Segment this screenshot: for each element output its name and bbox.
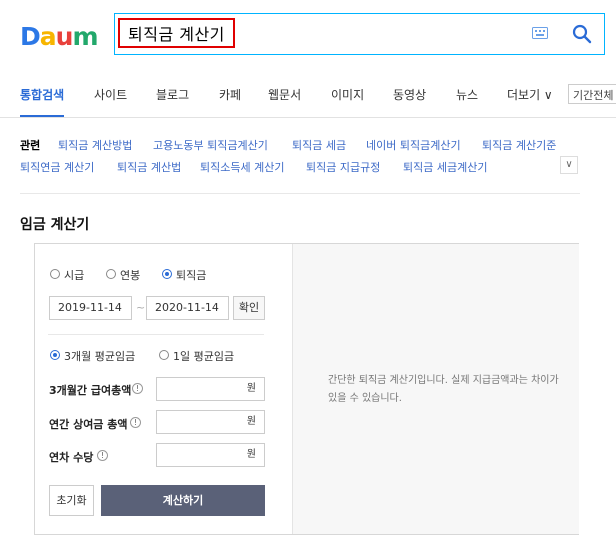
tab-integrated[interactable]: 통합검색 <box>20 86 64 103</box>
confirm-button[interactable]: 확인 <box>233 296 265 320</box>
tab-image[interactable]: 이미지 <box>331 86 364 103</box>
radio-annual[interactable] <box>106 269 116 279</box>
radio-daily-average[interactable] <box>159 350 169 360</box>
logo-letter-d: D <box>20 22 41 51</box>
related-link[interactable]: 퇴직금 세금계산기 <box>403 159 487 175</box>
unit-label: 원 <box>246 449 256 460</box>
calculate-button[interactable]: 계산하기 <box>101 485 265 516</box>
total-salary-input[interactable]: 원 <box>156 377 265 401</box>
radio-hourly[interactable] <box>50 269 60 279</box>
radio-label: 퇴직금 <box>176 269 207 282</box>
field-label: 연차 수당 <box>49 451 94 464</box>
related-link[interactable]: 퇴직소득세 계산기 <box>200 159 284 175</box>
keyboard-icon[interactable] <box>532 27 548 39</box>
related-link[interactable]: 고용노동부 퇴직금계산기 <box>153 137 268 153</box>
help-icon[interactable]: ! <box>97 450 108 461</box>
search-icon[interactable] <box>572 24 592 44</box>
related-link[interactable]: 네이버 퇴직금계산기 <box>366 137 461 153</box>
tab-webdoc[interactable]: 웹문서 <box>268 86 301 103</box>
related-link[interactable]: 퇴직금 계산기준 <box>482 137 556 153</box>
tab-news[interactable]: 뉴스 <box>456 86 478 103</box>
radio-label: 1일 평균임금 <box>173 350 235 363</box>
search-query-text: 퇴직금 계산기 <box>128 25 225 44</box>
radio-severance[interactable] <box>162 269 172 279</box>
related-link[interactable]: 퇴직금 계산법 <box>117 159 181 175</box>
help-icon[interactable]: ! <box>130 417 141 428</box>
radio-3month-average[interactable] <box>50 350 60 360</box>
tab-cafe[interactable]: 카페 <box>219 86 241 103</box>
section-divider <box>20 193 580 194</box>
radio-label: 연봉 <box>120 269 141 282</box>
radio-label: 시급 <box>64 269 85 282</box>
logo-letter-u: u <box>55 22 74 51</box>
tab-site[interactable]: 사이트 <box>94 86 127 103</box>
unit-label: 원 <box>246 416 256 427</box>
search-input[interactable]: 퇴직금 계산기 <box>118 18 235 48</box>
calculator-title: 임금 계산기 <box>20 217 90 233</box>
reset-button[interactable]: 초기화 <box>49 485 94 516</box>
tabs-divider <box>0 117 616 118</box>
tab-more[interactable]: 더보기 ∨ <box>507 86 553 103</box>
end-date-input[interactable]: 2020-11-14 <box>146 296 229 320</box>
calculator-info-text: 간단한 퇴직금 계산기입니다. 실제 지급금액과는 차이가 있을 수 있습니다. <box>328 375 559 404</box>
logo-letter-m: m <box>72 22 98 51</box>
logo-letter-a: a <box>39 22 57 51</box>
related-link[interactable]: 퇴직연금 계산기 <box>20 159 94 175</box>
field-label: 3개월간 급여총액 <box>49 384 132 397</box>
radio-label: 3개월 평균임금 <box>64 350 136 363</box>
related-link[interactable]: 퇴직금 세금 <box>292 137 346 153</box>
tab-video[interactable]: 동영상 <box>393 86 426 103</box>
unit-label: 원 <box>246 383 256 394</box>
related-label: 관련 <box>20 139 41 152</box>
period-filter[interactable]: 기간전체 <box>568 84 616 104</box>
annual-bonus-input[interactable]: 원 <box>156 410 265 434</box>
chevron-down-icon[interactable]: ∨ <box>560 156 578 174</box>
start-date-input[interactable]: 2019-11-14 <box>49 296 132 320</box>
related-link[interactable]: 퇴직금 계산방법 <box>58 137 132 153</box>
daum-logo[interactable]: Daum <box>20 20 99 51</box>
help-icon[interactable]: ! <box>132 383 143 394</box>
tab-blog[interactable]: 블로그 <box>156 86 189 103</box>
annual-leave-allowance-input[interactable]: 원 <box>156 443 265 467</box>
date-separator: ~ <box>136 301 146 314</box>
field-label: 연간 상여금 총액 <box>49 418 128 431</box>
calculator-separator <box>48 334 264 335</box>
related-link[interactable]: 퇴직금 지급규정 <box>306 159 380 175</box>
